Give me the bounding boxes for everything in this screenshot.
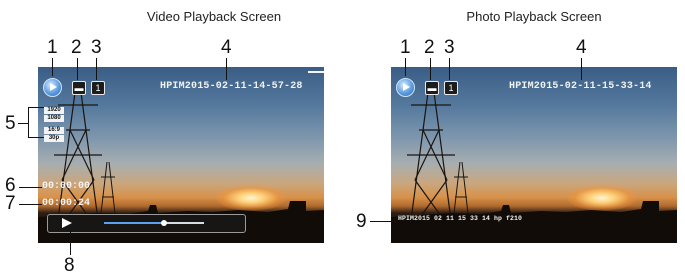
sd-card-icon: ▬ [72, 81, 86, 95]
callout-4: 4 [576, 37, 587, 58]
photo-filename: HPIM2015-02-11-15-33-14 [509, 81, 652, 92]
city-silhouette [38, 183, 324, 243]
leader-1 [52, 58, 53, 76]
leader-3 [96, 58, 97, 80]
callout-2: 2 [424, 37, 435, 58]
leader-2 [430, 58, 431, 80]
leader-8 [70, 231, 71, 255]
file-number-icon: 1 [91, 81, 105, 95]
leader-2 [77, 58, 78, 80]
file-number-icon: 1 [444, 81, 458, 95]
leader-3 [449, 58, 450, 80]
video-filename: HPIM2015-02-11-14-57-28 [160, 81, 303, 92]
callout-5: 5 [5, 113, 16, 134]
play-mode-icon [43, 78, 62, 97]
callout-9: 9 [356, 211, 367, 232]
leader-5 [18, 123, 28, 124]
bracket-5-top [28, 107, 44, 108]
progress-knob[interactable] [161, 220, 167, 226]
callout-8: 8 [64, 255, 75, 276]
photo-exif-info: HPIM2015 02 11 15 33 14 hp f210 [398, 215, 523, 222]
callout-4: 4 [221, 37, 232, 58]
resolution-width: 1920 [44, 107, 64, 114]
photo-playback-screen: ▬ 1 HPIM2015-02-11-15-33-14 HPIM2015 02 … [391, 67, 677, 243]
city-silhouette [391, 183, 677, 243]
leader-7 [19, 204, 42, 205]
video-panel-title: Video Playback Screen [146, 9, 282, 24]
frame-rate: 30p [44, 135, 64, 142]
corner-mark [308, 71, 324, 73]
video-playback-screen: ▬ 1 HPIM2015-02-11-14-57-28 1920 1080 16… [38, 67, 324, 243]
callout-1: 1 [400, 37, 411, 58]
resolution-height: 1080 [44, 115, 64, 122]
aspect-ratio: 16:9 [44, 127, 64, 134]
callout-2: 2 [71, 37, 82, 58]
photo-panel-title: Photo Playback Screen [466, 9, 602, 24]
leader-4 [226, 58, 227, 80]
leader-6 [19, 187, 42, 188]
leader-4 [581, 58, 582, 80]
callout-3: 3 [444, 37, 455, 58]
resolution-badges: 1920 1080 16:9 30p [44, 107, 64, 143]
bracket-5-bottom [28, 137, 44, 138]
elapsed-time: 00:00:00 [42, 181, 91, 192]
playback-control-bar[interactable] [47, 214, 246, 233]
progress-track[interactable] [104, 220, 204, 226]
callout-1: 1 [47, 37, 58, 58]
total-time: 00:00:24 [42, 198, 91, 209]
sd-card-icon: ▬ [425, 81, 439, 95]
bracket-5 [28, 107, 29, 138]
play-icon[interactable] [62, 218, 72, 228]
leader-9 [370, 221, 398, 222]
play-mode-icon [396, 78, 415, 97]
leader-1 [405, 58, 406, 76]
progress-fill [104, 222, 164, 224]
callout-3: 3 [91, 37, 102, 58]
callout-7: 7 [5, 193, 16, 214]
